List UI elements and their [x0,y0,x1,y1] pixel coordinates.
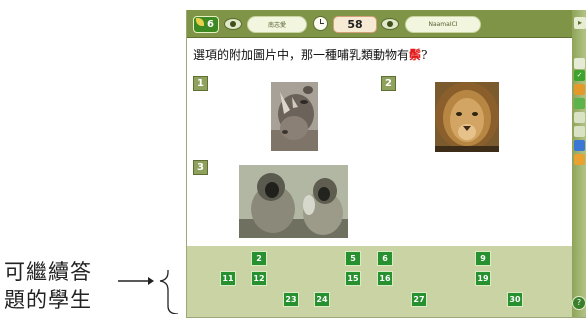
student-chip[interactable]: 30 [507,292,523,307]
student-chip[interactable]: 9 [475,251,491,266]
student-chip[interactable]: 5 [345,251,361,266]
level-badge: 6 [193,16,219,33]
student-chip[interactable]: 12 [251,271,267,286]
option-3-marker[interactable]: 3 [193,160,208,175]
tool-icon[interactable] [574,98,585,109]
student-chip[interactable]: 19 [475,271,491,286]
eye-icon[interactable] [381,18,399,30]
student-chip[interactable]: 24 [314,292,330,307]
tool-icon[interactable] [574,140,585,151]
student-chip[interactable]: 15 [345,271,361,286]
student-chip[interactable]: 11 [220,271,236,286]
option-2-lion-image[interactable] [435,82,499,152]
student-chip[interactable]: 27 [411,292,427,307]
students-panel: 2 5 6 9 11 12 15 16 19 23 24 27 30 [187,246,572,317]
school-name-pill: NaamaICI [405,16,481,33]
check-icon[interactable]: ✓ [574,70,585,81]
annotation-label-line2: 題的學生 [4,288,92,312]
option-2-marker[interactable]: 2 [381,76,396,91]
question-part: 選項的附加圖片中，那一種哺乳類動物有 [193,48,410,62]
quiz-app-window: 6 南志愛 58 NaamaICI ▸ ✓ ? 選項的附加圖片中，那一種哺乳類動… [186,10,586,318]
side-toolbar: ▸ ✓ ? [572,10,586,317]
student-chip[interactable]: 16 [377,271,393,286]
arrow-icon[interactable]: ▸ [574,17,586,29]
level-value: 6 [207,19,214,30]
eye-icon[interactable] [224,18,242,30]
annotation-label-line1: 可繼續答 [4,260,92,284]
option-1-rhino-image[interactable] [271,82,318,151]
question-text: 選項的附加圖片中，那一種哺乳類動物有鬃? [193,46,568,63]
tool-button[interactable] [574,58,585,69]
option-3-monkeys-image[interactable] [239,165,348,238]
clock-icon [313,16,328,31]
student-chip[interactable]: 6 [377,251,393,266]
student-chip[interactable]: 23 [283,292,299,307]
question-part: ? [421,48,428,62]
tool-icon[interactable] [574,84,585,95]
help-icon[interactable]: ? [572,296,586,310]
tool-button[interactable] [574,126,585,137]
countdown-timer: 58 [333,16,377,33]
option-1-marker[interactable]: 1 [193,76,208,91]
player-name-pill: 南志愛 [247,16,307,33]
leaf-icon [196,18,204,26]
toolbar: 6 南志愛 58 NaamaICI [187,10,572,38]
tool-icon[interactable] [574,154,585,165]
tool-button[interactable] [574,112,585,123]
annotation-arrow [118,270,179,314]
student-chip[interactable]: 2 [251,251,267,266]
question-highlight: 鬃 [409,48,422,62]
